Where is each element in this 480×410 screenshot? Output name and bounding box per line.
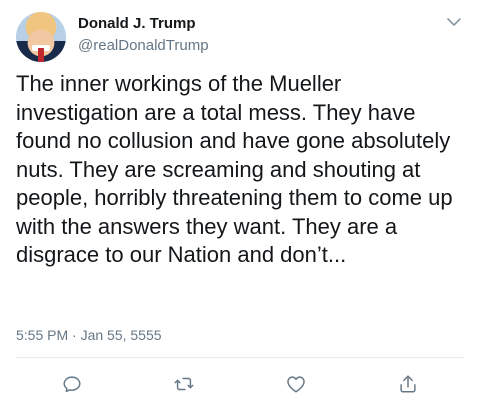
user-handle[interactable]: @realDonaldTrump — [78, 36, 209, 56]
share-icon[interactable] — [394, 370, 422, 398]
tweet-timestamp[interactable]: 5:55 PM · Jan 55, 5555 — [16, 327, 162, 343]
tweet-header: Donald J. Trump @realDonaldTrump — [16, 12, 464, 62]
chevron-down-icon[interactable] — [444, 12, 464, 32]
display-name[interactable]: Donald J. Trump — [78, 14, 209, 34]
tweet-card: Donald J. Trump @realDonaldTrump The inn… — [0, 0, 480, 410]
author-names: Donald J. Trump @realDonaldTrump — [78, 14, 209, 56]
avatar-tie — [38, 48, 44, 62]
retweet-icon[interactable] — [170, 370, 198, 398]
divider — [16, 357, 464, 358]
reply-icon[interactable] — [58, 370, 86, 398]
avatar[interactable] — [16, 12, 66, 62]
action-bar — [0, 364, 480, 404]
tweet-text: The inner workings of the Mueller invest… — [16, 71, 453, 267]
heart-icon[interactable] — [282, 370, 310, 398]
